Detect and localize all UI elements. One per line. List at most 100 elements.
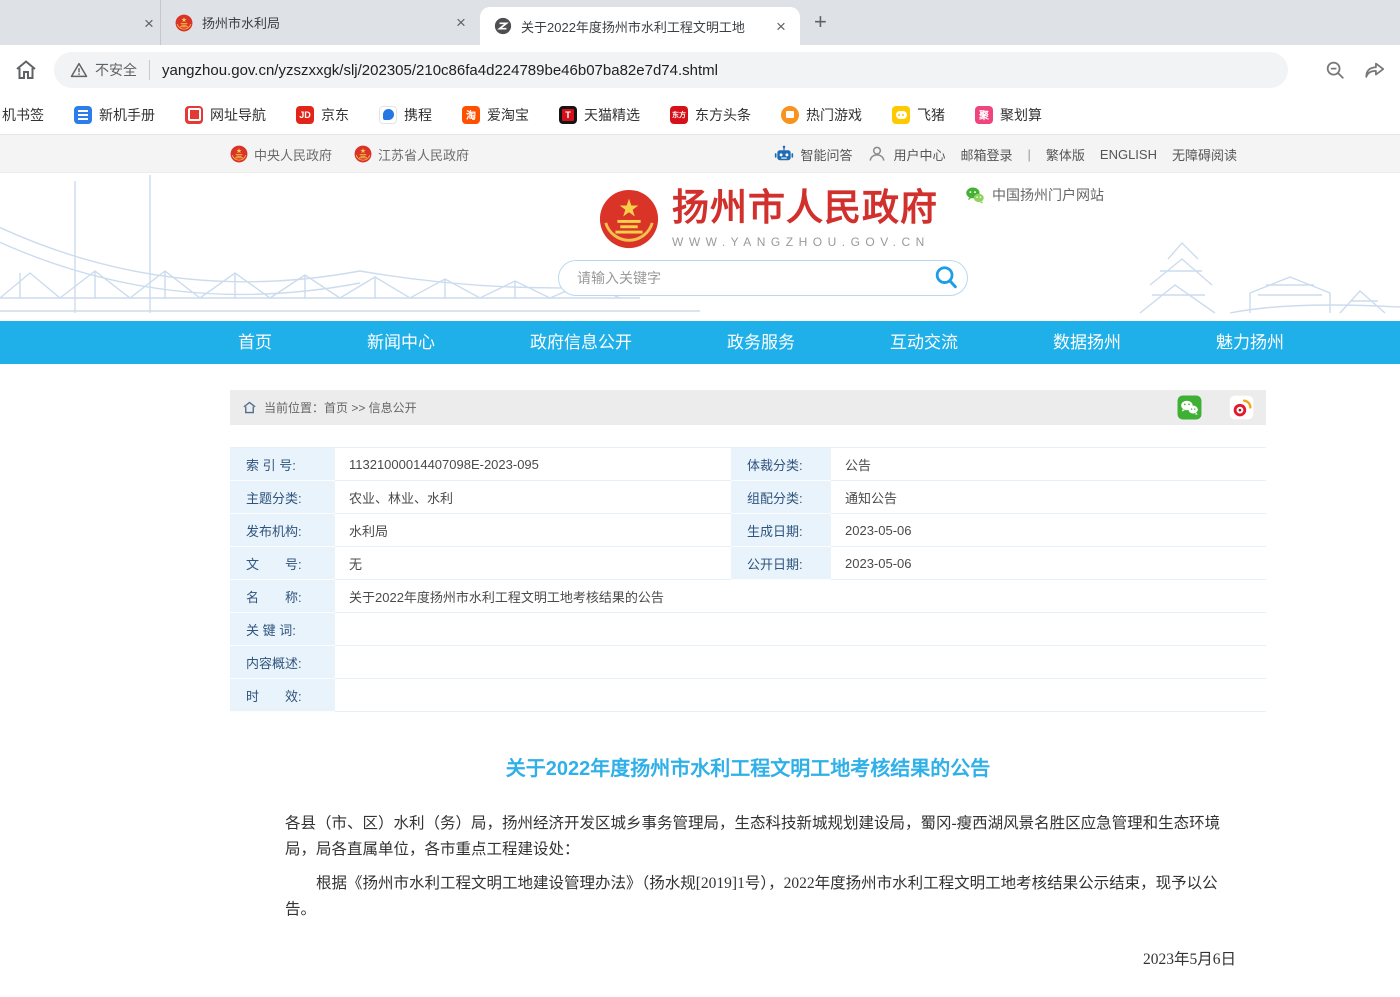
url-field[interactable]: 不安全 yangzhou.gov.cn/yzszxxgk/slj/202305/… bbox=[54, 52, 1288, 88]
wechat-share-icon[interactable] bbox=[1177, 395, 1202, 420]
security-label: 不安全 bbox=[95, 60, 137, 80]
url-text[interactable]: yangzhou.gov.cn/yzszxxgk/slj/202305/210c… bbox=[162, 62, 718, 79]
nav-interaction[interactable]: 互动交流 bbox=[884, 321, 964, 364]
weibo-share-icon[interactable] bbox=[1229, 395, 1254, 420]
gov-link-label: 中央人民政府 bbox=[254, 145, 332, 164]
close-tab-icon[interactable]: × bbox=[138, 12, 160, 34]
nav-data[interactable]: 数据扬州 bbox=[1047, 321, 1127, 364]
article-body: 各县（市、区）水利（务）局，扬州经济开发区城乡事务管理局，生态科技新城规划建设局… bbox=[230, 811, 1266, 997]
divider: | bbox=[1028, 147, 1031, 162]
meta-value: 公告 bbox=[831, 448, 1266, 481]
user-center-link[interactable]: 用户中心 bbox=[867, 144, 945, 164]
close-tab-icon[interactable]: × bbox=[770, 15, 792, 37]
taobao-icon: 淘 bbox=[462, 106, 480, 124]
table-row: 发布机构: 水利局 生成日期: 2023-05-06 bbox=[230, 514, 1266, 547]
meta-value: 农业、林业、水利 bbox=[335, 481, 731, 514]
link-central-gov[interactable]: 中央人民政府 bbox=[230, 145, 332, 164]
search-input[interactable] bbox=[577, 270, 931, 286]
meta-label: 关 键 词: bbox=[230, 613, 335, 646]
traditional-chinese-link[interactable]: 繁体版 bbox=[1046, 145, 1085, 164]
nav-home[interactable]: 首页 bbox=[232, 321, 278, 364]
meta-value bbox=[335, 646, 1266, 679]
browser-window: × 扬州市水利局 × 关于2022年度扬州市水利工程文明工地 × + 不安全 y… bbox=[0, 0, 1400, 997]
bookmark-manual[interactable]: 新机手册 bbox=[74, 105, 155, 125]
fliggy-icon bbox=[892, 106, 910, 124]
share-icon[interactable] bbox=[1364, 59, 1386, 81]
portal-label: 中国扬州门户网站 bbox=[992, 185, 1104, 205]
util-label: 邮箱登录 bbox=[960, 145, 1012, 164]
search-box bbox=[558, 260, 968, 296]
table-row: 名 称: 关于2022年度扬州市水利工程文明工地考核结果的公告 bbox=[230, 580, 1266, 613]
browser-tab-active[interactable]: 关于2022年度扬州市水利工程文明工地 × bbox=[480, 7, 800, 45]
home-icon[interactable] bbox=[14, 58, 38, 82]
main-nav: 首页 新闻中心 政府信息公开 政务服务 互动交流 数据扬州 魅力扬州 bbox=[0, 321, 1400, 364]
bookmark-label: 聚划算 bbox=[1000, 105, 1042, 125]
meta-value: 11321000014407098E-2023-095 bbox=[335, 448, 731, 481]
gov-emblem-icon bbox=[230, 145, 248, 163]
meta-label: 组配分类: bbox=[731, 481, 831, 514]
nav-info-disclosure[interactable]: 政府信息公开 bbox=[524, 321, 638, 364]
bookmark-ctrip[interactable]: 携程 bbox=[379, 105, 432, 125]
divider bbox=[149, 60, 150, 80]
accessibility-link[interactable]: 无障碍阅读 bbox=[1172, 145, 1237, 164]
site-logo[interactable]: 扬州市人民政府 WWW.YANGZHOU.GOV.CN bbox=[598, 188, 938, 250]
bookmark-label: 天猫精选 bbox=[584, 105, 640, 125]
bookmark-juhuasuan[interactable]: 聚 聚划算 bbox=[975, 105, 1042, 125]
table-row: 文 号: 无 公开日期: 2023-05-06 bbox=[230, 547, 1266, 580]
english-link[interactable]: ENGLISH bbox=[1100, 147, 1157, 162]
home-icon[interactable] bbox=[242, 400, 257, 415]
meta-label: 文 号: bbox=[230, 547, 335, 580]
wechat-icon bbox=[965, 185, 985, 205]
new-tab-button[interactable]: + bbox=[814, 9, 827, 35]
tmall-icon: T bbox=[559, 106, 577, 124]
bookmark-label: 东方头条 bbox=[695, 105, 751, 125]
link-jiangsu-gov[interactable]: 江苏省人民政府 bbox=[354, 145, 469, 164]
site-banner: 扬州市人民政府 WWW.YANGZHOU.GOV.CN 中国扬州门户网站 bbox=[0, 173, 1400, 321]
meta-label: 名 称: bbox=[230, 580, 335, 613]
bookmark-fliggy[interactable]: 飞猪 bbox=[892, 105, 945, 125]
breadcrumb: 当前位置：首页 >> 信息公开 bbox=[230, 390, 1266, 425]
not-secure-warning-icon[interactable] bbox=[70, 61, 88, 79]
meta-label: 内容概述: bbox=[230, 646, 335, 679]
zoom-out-icon[interactable] bbox=[1324, 59, 1346, 81]
bookmark-games[interactable]: 热门游戏 bbox=[781, 105, 862, 125]
article-paragraph: 根据《扬州市水利工程文明工地建设管理办法》（扬水规[2019]1号），2022年… bbox=[285, 871, 1236, 923]
bookmark-label: 京东 bbox=[321, 105, 349, 125]
manual-icon bbox=[74, 106, 92, 124]
nav-services[interactable]: 政务服务 bbox=[721, 321, 801, 364]
toutiao-icon: 东方 bbox=[670, 106, 688, 124]
meta-value: 无 bbox=[335, 547, 731, 580]
bookmark-label: 新机手册 bbox=[99, 105, 155, 125]
bookmark-taobao[interactable]: 淘 爱淘宝 bbox=[462, 105, 529, 125]
browser-tab-water-bureau[interactable]: 扬州市水利局 × bbox=[160, 0, 480, 45]
bookmark-toutiao[interactable]: 东方 东方头条 bbox=[670, 105, 751, 125]
bookmark-label: 飞猪 bbox=[917, 105, 945, 125]
meta-value: 2023-05-06 bbox=[831, 514, 1266, 547]
bookmark-jd[interactable]: JD 京东 bbox=[296, 105, 349, 125]
utility-links: 智能问答 用户中心 邮箱登录 | 繁体版 ENGLISH 无障碍阅读 bbox=[774, 135, 1237, 173]
gov-emblem-favicon bbox=[175, 14, 193, 32]
bookmark-navsite[interactable]: 网址导航 bbox=[185, 105, 266, 125]
bookmark-mobile[interactable]: 机书签 bbox=[2, 105, 44, 125]
table-row: 主题分类: 农业、林业、水利 组配分类: 通知公告 bbox=[230, 481, 1266, 514]
nav-news[interactable]: 新闻中心 bbox=[361, 321, 441, 364]
table-row: 时 效: bbox=[230, 679, 1266, 712]
mail-login-link[interactable]: 邮箱登录 bbox=[960, 145, 1012, 164]
meta-value: 2023-05-06 bbox=[831, 547, 1266, 580]
table-row: 索 引 号: 11321000014407098E-2023-095 体裁分类:… bbox=[230, 448, 1266, 481]
meta-label: 生成日期: bbox=[731, 514, 831, 547]
bookmarks-bar: 机书签 新机手册 网址导航 JD 京东 携程 淘 爱淘宝 T 天猫精选 东方 东… bbox=[0, 95, 1400, 135]
meta-value bbox=[335, 679, 1266, 712]
close-tab-icon[interactable]: × bbox=[450, 12, 472, 34]
search-button[interactable] bbox=[931, 263, 961, 293]
jd-icon: JD bbox=[296, 106, 314, 124]
bookmark-tmall[interactable]: T 天猫精选 bbox=[559, 105, 640, 125]
article-date: 2023年5月6日 bbox=[285, 947, 1236, 973]
site-name: 扬州市人民政府 bbox=[672, 189, 938, 230]
meta-label: 公开日期: bbox=[731, 547, 831, 580]
nav-charm[interactable]: 魅力扬州 bbox=[1210, 321, 1290, 364]
smart-qa-link[interactable]: 智能问答 bbox=[774, 144, 852, 164]
juhuasuan-icon: 聚 bbox=[975, 106, 993, 124]
breadcrumb-text[interactable]: 当前位置：首页 >> 信息公开 bbox=[264, 399, 417, 416]
portal-link[interactable]: 中国扬州门户网站 bbox=[965, 185, 1104, 205]
